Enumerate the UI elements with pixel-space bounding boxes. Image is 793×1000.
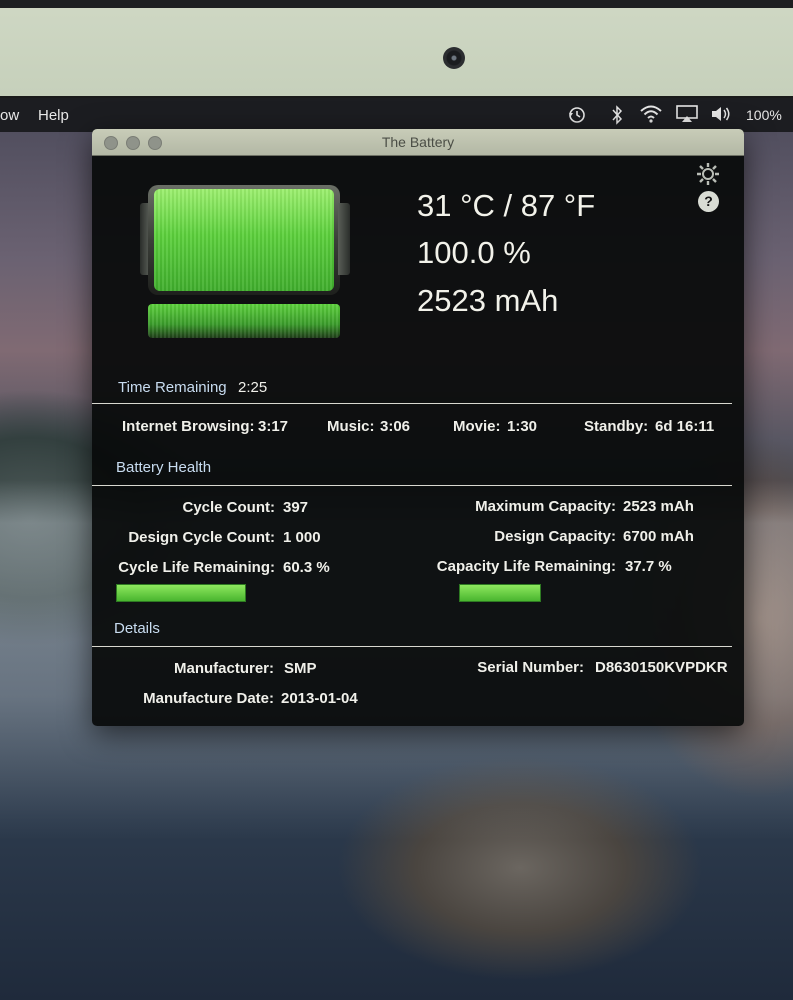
- manufacturer-value: SMP: [284, 660, 317, 677]
- bezel-edge: [0, 0, 793, 8]
- charge-percent-readout: 100.0 %: [417, 235, 531, 270]
- temperature-readout: 31 °C / 87 °F: [417, 188, 596, 223]
- manufacture-date-label: Manufacture Date:: [143, 690, 274, 707]
- design-capacity-value: 6700 mAh: [623, 528, 694, 545]
- menu-help[interactable]: Help: [38, 107, 69, 124]
- bluetooth-icon[interactable]: [606, 105, 628, 125]
- internet-browsing-value: 3:17: [258, 418, 289, 435]
- battery-charge-fill: [154, 189, 334, 291]
- divider: [92, 485, 732, 486]
- wifi-icon[interactable]: [640, 105, 662, 125]
- manufacturer-label: Manufacturer:: [173, 660, 274, 677]
- time-remaining-value: 2:25: [238, 379, 268, 396]
- maximum-capacity-value: 2523 mAh: [623, 498, 694, 515]
- time-machine-icon[interactable]: [566, 105, 588, 125]
- cycle-count-label: Cycle Count:: [182, 499, 275, 516]
- menu-window[interactable]: ow: [0, 107, 19, 124]
- cycle-life-remaining-label: Cycle Life Remaining:: [118, 559, 275, 576]
- the-battery-window: The Battery ? 31 °C / 87 °F 100.0 % 2523…: [92, 129, 744, 726]
- music-value: 3:06: [380, 418, 411, 435]
- serial-number-label: Serial Number:: [477, 659, 584, 676]
- battery-reflection: [148, 304, 340, 338]
- design-capacity-label: Design Capacity:: [494, 528, 616, 545]
- battery-health-heading: Battery Health: [116, 459, 212, 476]
- cycle-count-value: 397: [283, 499, 309, 516]
- design-cycle-count-label: Design Cycle Count:: [128, 529, 275, 546]
- movie-value: 1:30: [507, 418, 538, 435]
- serial-number-value: D8630150KVPDKR: [595, 659, 728, 676]
- divider: [92, 403, 732, 404]
- capacity-life-bar: [459, 584, 541, 602]
- movie-label: Movie:: [453, 418, 501, 435]
- details-heading: Details: [114, 620, 160, 637]
- battery-terminal-right: [338, 203, 350, 275]
- design-cycle-count-value: 1 000: [283, 529, 321, 546]
- music-label: Music:: [327, 418, 375, 435]
- help-icon[interactable]: ?: [698, 191, 719, 212]
- gear-icon[interactable]: [696, 162, 720, 186]
- capacity-life-remaining-value: 37.7 %: [625, 558, 672, 575]
- battery-graphic: [140, 185, 350, 295]
- maximum-capacity-label: Maximum Capacity:: [475, 498, 616, 515]
- cycle-life-bar: [116, 584, 246, 602]
- internet-browsing-label: Internet Browsing:: [122, 418, 255, 435]
- capacity-life-remaining-label: Capacity Life Remaining:: [436, 558, 616, 575]
- volume-icon[interactable]: [710, 105, 732, 125]
- divider: [92, 646, 732, 647]
- webcam: [443, 47, 465, 69]
- capacity-readout: 2523 mAh: [417, 283, 559, 318]
- menu-bar: ow Help 100%: [0, 98, 793, 132]
- battery-percent-menu[interactable]: 100%: [746, 105, 782, 125]
- window-titlebar[interactable]: The Battery: [92, 129, 744, 156]
- standby-label: Standby:: [584, 418, 649, 435]
- manufacture-date-value: 2013-01-04: [281, 690, 358, 707]
- window-title: The Battery: [381, 134, 455, 150]
- cycle-life-remaining-value: 60.3 %: [283, 559, 330, 576]
- standby-value: 6d 16:11: [655, 418, 715, 435]
- time-remaining-label: Time Remaining: [118, 379, 227, 396]
- airplay-icon[interactable]: [676, 105, 698, 125]
- battery-body: [148, 185, 340, 295]
- laptop-bezel: [0, 0, 793, 98]
